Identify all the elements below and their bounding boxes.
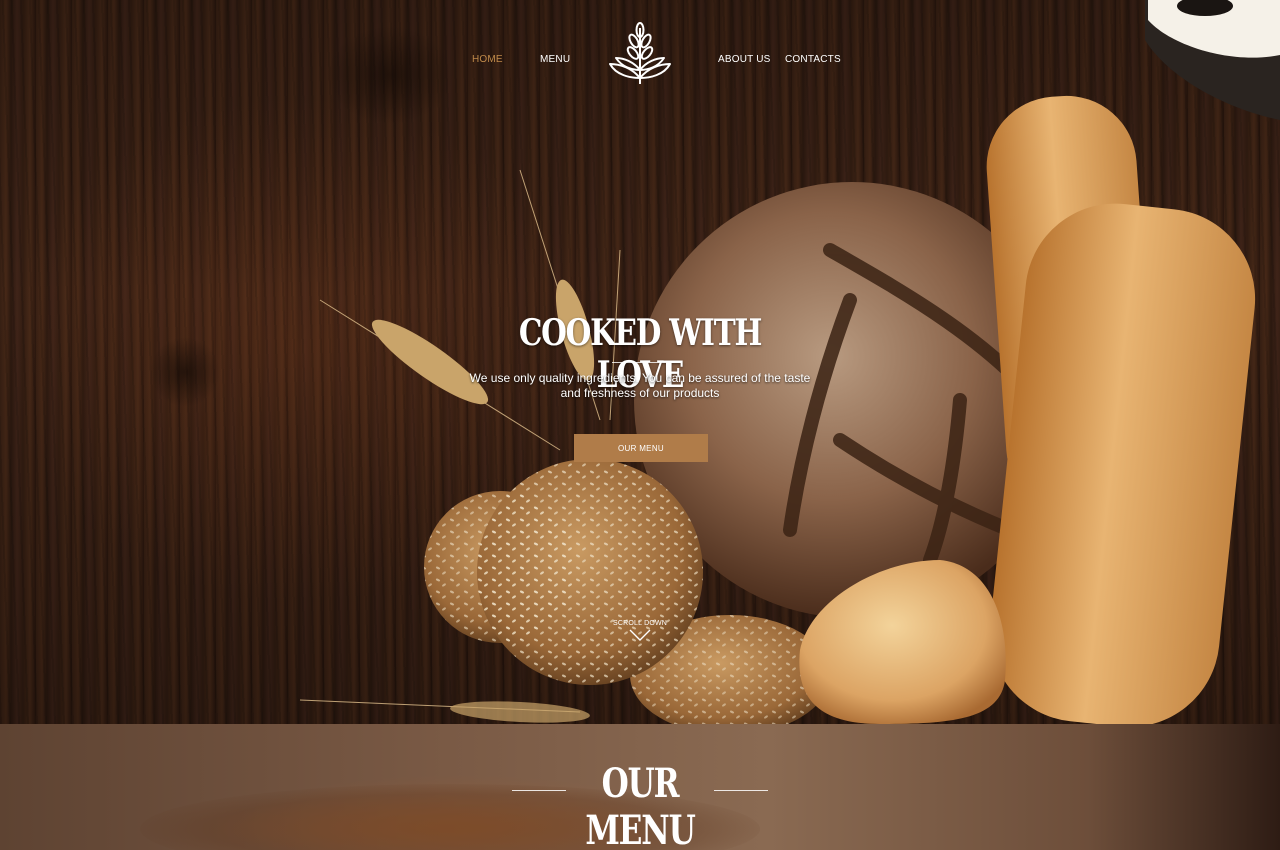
- wheat-icon: [609, 22, 671, 84]
- nav-menu-link[interactable]: MENU: [540, 54, 570, 65]
- our-menu-button[interactable]: OUR MENU: [574, 434, 708, 462]
- chevron-down-icon: [629, 629, 651, 641]
- logo-link[interactable]: [606, 20, 674, 88]
- our-menu-section: OUR MENU: [0, 724, 1280, 850]
- hero-subtitle-line-2: and freshness of our products: [560, 386, 720, 400]
- menu-title-rule-left: [512, 790, 566, 791]
- nav-about-link[interactable]: ABOUT US: [718, 54, 771, 65]
- scroll-down-label: SCROLL DOWN: [612, 620, 668, 627]
- our-menu-heading: OUR MENU: [585, 760, 696, 850]
- hero-title-divider: [612, 362, 668, 363]
- hero-subtitle: We use only quality ingredients. You can…: [460, 371, 820, 401]
- nav-contacts-link[interactable]: CONTACTS: [785, 54, 841, 65]
- hero-subtitle-line-1: We use only quality ingredients. You can…: [469, 371, 811, 385]
- scroll-down-link[interactable]: SCROLL DOWN: [600, 620, 680, 641]
- hero-section: HOME MENU ABOUT US CONTACTS COOKED WITH …: [0, 0, 1280, 724]
- menu-title-rule-right: [714, 790, 768, 791]
- nav-home-link[interactable]: HOME: [472, 54, 503, 65]
